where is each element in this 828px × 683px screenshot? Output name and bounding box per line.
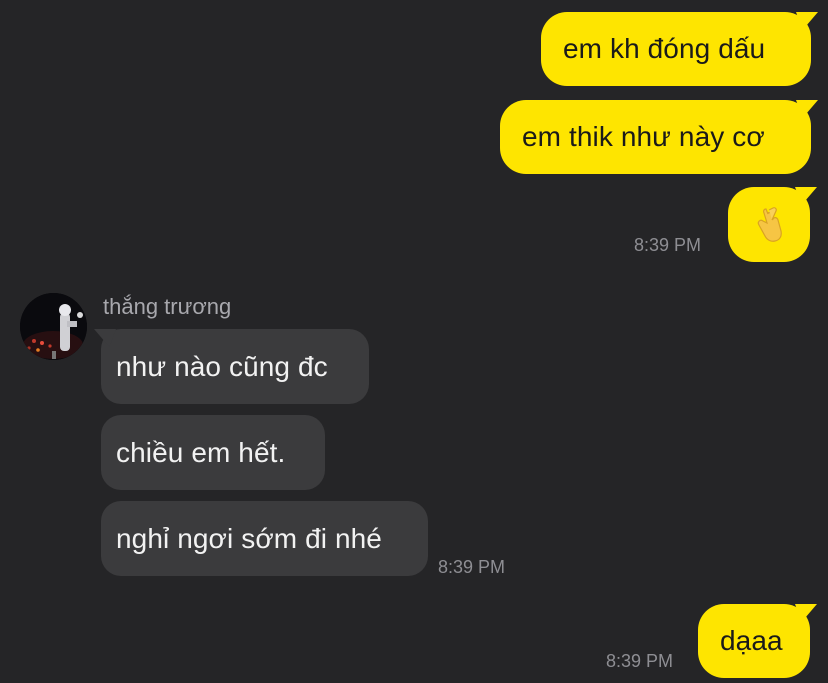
message-text: như nào cũng đc bbox=[116, 350, 328, 382]
crossed-fingers-hand-icon bbox=[754, 206, 784, 244]
outgoing-emoji-bubble[interactable] bbox=[728, 187, 810, 262]
sender-avatar[interactable] bbox=[20, 293, 87, 360]
outgoing-message-bubble[interactable]: dạaa bbox=[698, 604, 810, 678]
message-timestamp: 8:39 PM bbox=[438, 557, 506, 577]
message-text: dạaa bbox=[720, 625, 783, 656]
incoming-message-bubble[interactable]: như nào cũng đc bbox=[101, 329, 369, 404]
message-timestamp: 8:39 PM bbox=[606, 651, 674, 671]
incoming-message-bubble[interactable]: nghỉ ngơi sớm đi nhé bbox=[101, 501, 428, 576]
message-text: em kh đóng dấu bbox=[563, 33, 766, 64]
message-text: em thik như này cơ bbox=[522, 121, 765, 152]
outgoing-message-bubble[interactable]: em thik như này cơ bbox=[500, 100, 811, 174]
message-text: nghỉ ngơi sớm đi nhé bbox=[116, 522, 382, 554]
message-timestamp: 8:39 PM bbox=[634, 235, 702, 255]
sender-name: thắng trương bbox=[103, 294, 232, 319]
outgoing-message-bubble[interactable]: em kh đóng dấu bbox=[541, 12, 811, 86]
incoming-message-bubble[interactable]: chiều em hết. bbox=[101, 415, 325, 490]
message-text: chiều em hết. bbox=[116, 436, 286, 468]
